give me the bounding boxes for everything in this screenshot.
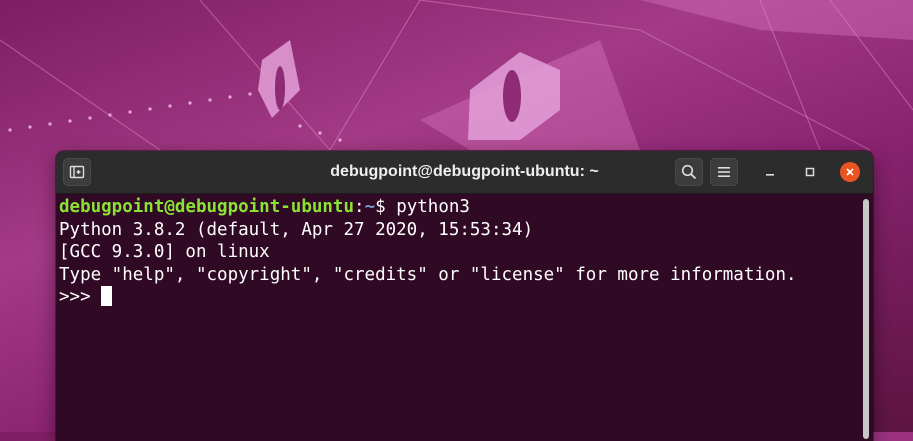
minimize-button[interactable]	[760, 162, 780, 182]
output-line: Python 3.8.2 (default, Apr 27 2020, 15:5…	[59, 219, 534, 240]
output-line: [GCC 9.3.0] on linux	[59, 242, 270, 262]
maximize-icon	[805, 167, 815, 177]
prompt-path: ~	[364, 197, 376, 217]
new-tab-icon	[69, 165, 85, 179]
repl-line: >>>	[59, 286, 856, 309]
terminal-window: debugpoint@debugpoint-ubuntu: ~ debugpoi…	[56, 151, 873, 441]
prompt-symbol: $	[375, 197, 397, 217]
hamburger-menu-icon	[718, 167, 730, 177]
menu-button[interactable]	[710, 158, 738, 186]
terminal-output[interactable]: debugpoint@debugpoint-ubuntu:~$ python3 P…	[56, 194, 856, 441]
maximize-button[interactable]	[800, 162, 820, 182]
minimize-icon	[766, 174, 774, 176]
command-text: python3	[396, 197, 470, 217]
new-tab-button[interactable]	[63, 158, 91, 186]
command-line: debugpoint@debugpoint-ubuntu:~$ python3	[59, 196, 856, 219]
repl-prompt: >>>	[59, 287, 91, 307]
prompt-user: debugpoint@debugpoint-ubuntu	[59, 197, 355, 217]
search-button[interactable]	[675, 158, 703, 186]
search-icon	[681, 164, 697, 180]
text-cursor	[100, 286, 112, 306]
close-icon	[846, 168, 854, 176]
prompt-separator: :	[354, 197, 365, 217]
output-line: Type "help", "copyright", "credits" or "…	[59, 264, 797, 285]
window-title: debugpoint@debugpoint-ubuntu: ~	[330, 163, 599, 180]
title-bar[interactable]: debugpoint@debugpoint-ubuntu: ~	[56, 151, 873, 194]
close-button[interactable]	[840, 162, 860, 182]
scrollbar[interactable]	[863, 199, 869, 439]
